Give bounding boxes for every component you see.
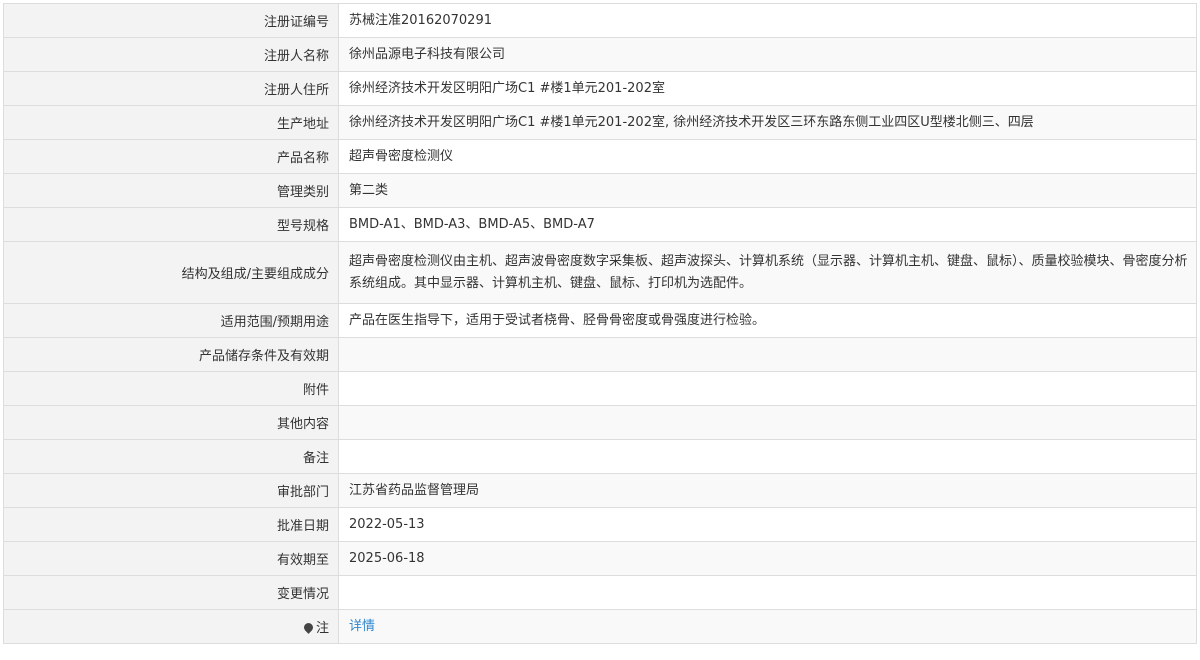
value-registrant-name: 徐州品源电子科技有限公司: [338, 37, 1197, 72]
row-attachment: 附件: [3, 371, 1197, 406]
row-remarks: 备注: [3, 439, 1197, 474]
label-registration-number: 注册证编号: [3, 3, 339, 38]
row-other-content: 其他内容: [3, 405, 1197, 440]
row-intended-use: 适用范围/预期用途 产品在医生指导下，适用于受试者桡骨、胫骨骨密度或骨强度进行检…: [3, 303, 1197, 338]
label-intended-use: 适用范围/预期用途: [3, 303, 339, 338]
label-valid-until: 有效期至: [3, 541, 339, 576]
registration-detail: 注册证编号 苏械注准20162070291 注册人名称 徐州品源电子科技有限公司…: [0, 0, 1200, 644]
row-registrant-address: 注册人住所 徐州经济技术开发区明阳广场C1 #楼1单元201-202室: [3, 71, 1197, 106]
value-change-status: [338, 575, 1197, 610]
label-approval-department: 审批部门: [3, 473, 339, 508]
value-approval-date: 2022-05-13: [338, 507, 1197, 542]
row-structure-composition: 结构及组成/主要组成成分 超声骨密度检测仪由主机、超声波骨密度数字采集板、超声波…: [3, 241, 1197, 304]
label-model-spec: 型号规格: [3, 207, 339, 242]
label-product-name: 产品名称: [3, 139, 339, 174]
value-remarks: [338, 439, 1197, 474]
row-approval-date: 批准日期 2022-05-13: [3, 507, 1197, 542]
value-other-content: [338, 405, 1197, 440]
registration-table: 注册证编号 苏械注准20162070291 注册人名称 徐州品源电子科技有限公司…: [3, 3, 1197, 644]
value-structure-composition: 超声骨密度检测仪由主机、超声波骨密度数字采集板、超声波探头、计算机系统（显示器、…: [338, 241, 1197, 304]
note-label: 注: [315, 621, 329, 636]
value-approval-department: 江苏省药品监督管理局: [338, 473, 1197, 508]
label-registrant-address: 注册人住所: [3, 71, 339, 106]
detail-link[interactable]: 详情: [349, 619, 375, 634]
row-storage-validity: 产品储存条件及有效期: [3, 337, 1197, 372]
label-change-status: 变更情况: [3, 575, 339, 610]
row-product-name: 产品名称 超声骨密度检测仪: [3, 139, 1197, 174]
label-registrant-name: 注册人名称: [3, 37, 339, 72]
row-change-status: 变更情况: [3, 575, 1197, 610]
label-storage-validity: 产品储存条件及有效期: [3, 337, 339, 372]
value-storage-validity: [338, 337, 1197, 372]
value-note: 详情: [338, 609, 1197, 644]
value-production-address: 徐州经济技术开发区明阳广场C1 #楼1单元201-202室, 徐州经济技术开发区…: [338, 105, 1197, 140]
value-product-name: 超声骨密度检测仪: [338, 139, 1197, 174]
label-remarks: 备注: [3, 439, 339, 474]
label-approval-date: 批准日期: [3, 507, 339, 542]
value-attachment: [338, 371, 1197, 406]
row-registration-number: 注册证编号 苏械注准20162070291: [3, 3, 1197, 38]
value-registrant-address: 徐州经济技术开发区明阳广场C1 #楼1单元201-202室: [338, 71, 1197, 106]
value-intended-use: 产品在医生指导下，适用于受试者桡骨、胫骨骨密度或骨强度进行检验。: [338, 303, 1197, 338]
label-management-category: 管理类别: [3, 173, 339, 208]
value-valid-until: 2025-06-18: [338, 541, 1197, 576]
row-production-address: 生产地址 徐州经济技术开发区明阳广场C1 #楼1单元201-202室, 徐州经济…: [3, 105, 1197, 140]
label-production-address: 生产地址: [3, 105, 339, 140]
value-registration-number: 苏械注准20162070291: [338, 3, 1197, 38]
label-attachment: 附件: [3, 371, 339, 406]
row-model-spec: 型号规格 BMD-A1、BMD-A3、BMD-A5、BMD-A7: [3, 207, 1197, 242]
row-approval-department: 审批部门 江苏省药品监督管理局: [3, 473, 1197, 508]
value-model-spec: BMD-A1、BMD-A3、BMD-A5、BMD-A7: [338, 207, 1197, 242]
value-management-category: 第二类: [338, 173, 1197, 208]
map-pin-icon: [302, 621, 315, 634]
row-management-category: 管理类别 第二类: [3, 173, 1197, 208]
row-registrant-name: 注册人名称 徐州品源电子科技有限公司: [3, 37, 1197, 72]
row-note: 注 详情: [3, 609, 1197, 644]
label-note: 注: [3, 609, 339, 644]
label-other-content: 其他内容: [3, 405, 339, 440]
label-structure-composition: 结构及组成/主要组成成分: [3, 241, 339, 304]
row-valid-until: 有效期至 2025-06-18: [3, 541, 1197, 576]
